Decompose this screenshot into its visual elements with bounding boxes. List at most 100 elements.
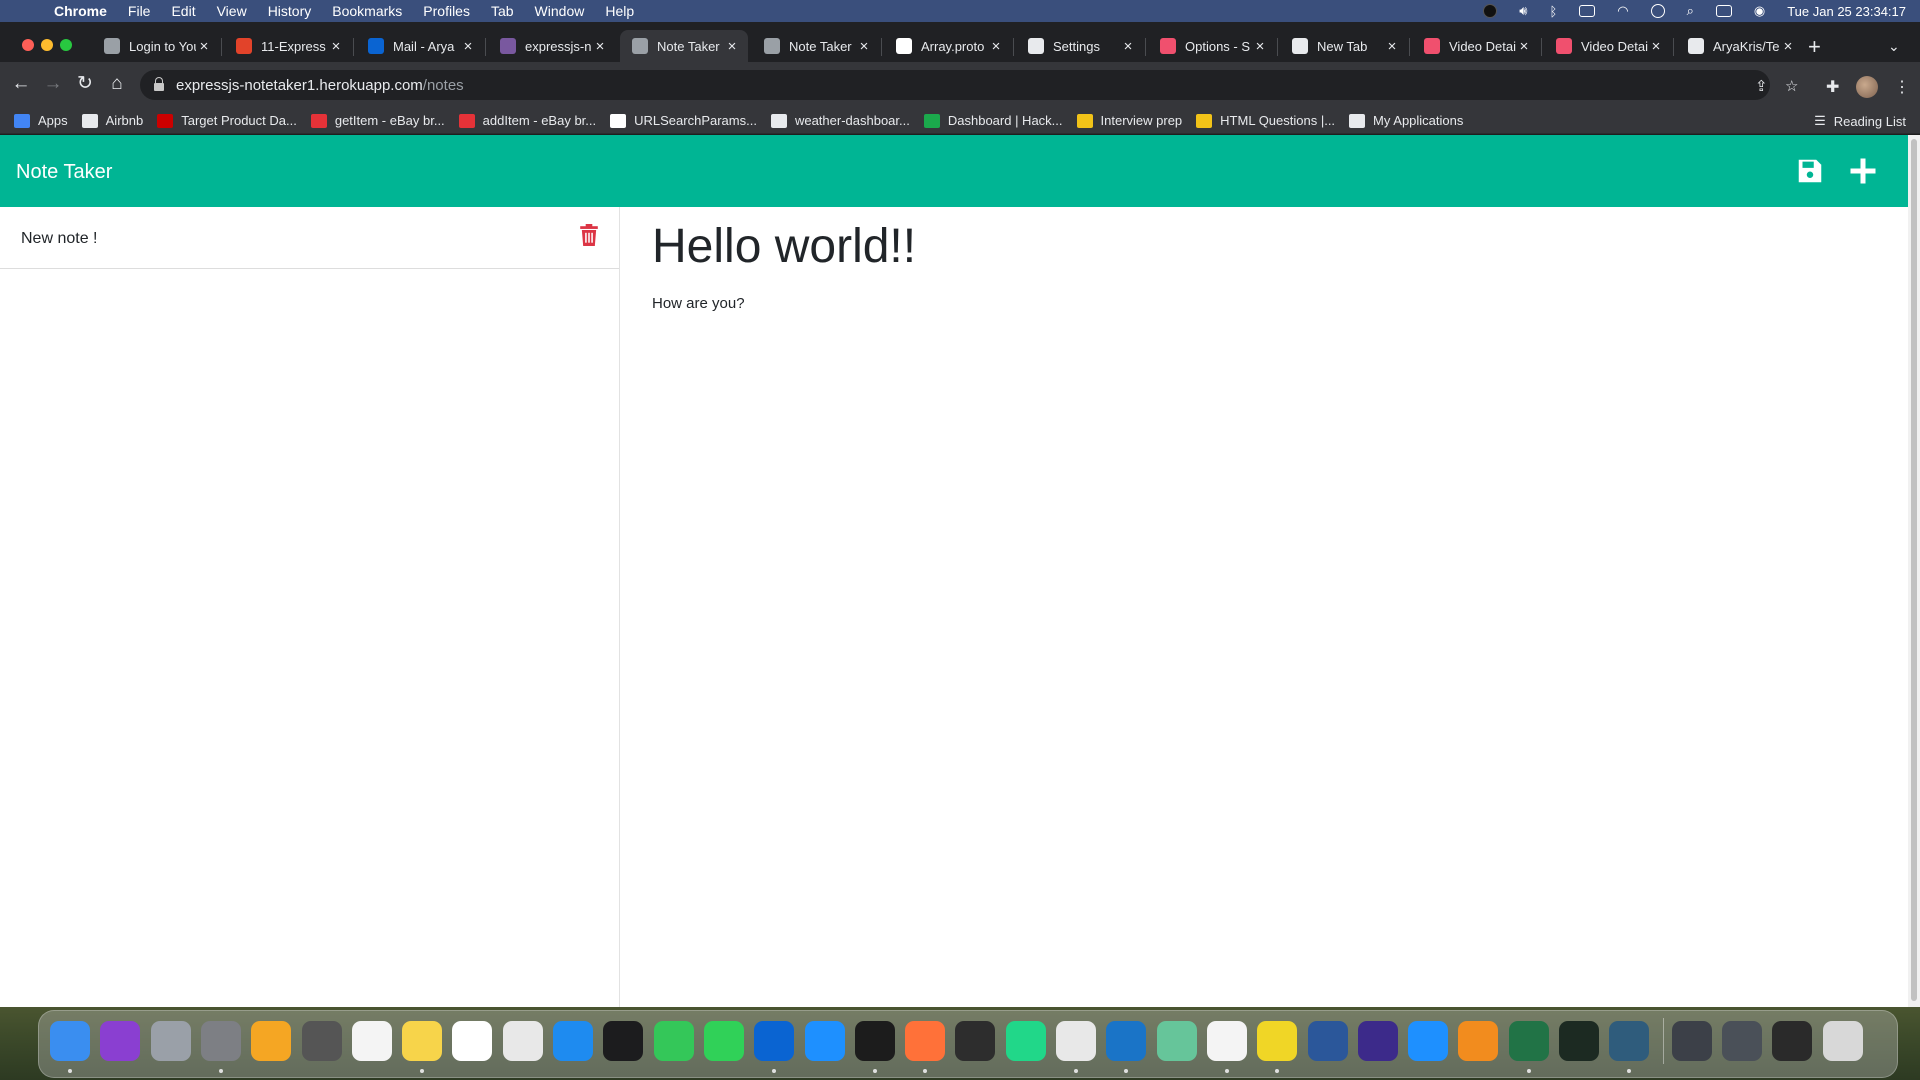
recording-icon[interactable] [1483,4,1498,18]
menu-view[interactable]: View [217,3,247,19]
safari-icon[interactable] [804,1021,845,1061]
close-tab-icon[interactable]: × [460,38,476,55]
facetime-icon[interactable] [703,1021,744,1061]
chrome-menu-icon[interactable]: ⋮ [1894,77,1910,97]
browser-tab[interactable]: expressjs-n × [488,30,616,62]
notes-icon[interactable] [402,1021,443,1061]
excel-icon[interactable] [1508,1021,1549,1061]
bookmark-item[interactable]: My Applications [1349,113,1463,128]
outlook-icon[interactable] [754,1021,795,1061]
bluetooth-icon[interactable]: ᛒ [1549,4,1557,19]
reminders-icon[interactable] [452,1021,493,1061]
reload-button[interactable]: ↻ [74,74,96,94]
browser-tab[interactable]: Login to You × [92,30,220,62]
browser-tab[interactable]: AryaKris/Te × [1676,30,1804,62]
address-bar[interactable]: expressjs-notetaker1.herokuapp.com/notes [140,70,1770,100]
browser-tab[interactable]: Settings × [1016,30,1144,62]
menu-profiles[interactable]: Profiles [423,3,470,19]
console-icon[interactable] [955,1021,996,1061]
close-window-button[interactable] [22,39,34,51]
textedit-icon[interactable] [502,1021,543,1061]
bookmark-item[interactable]: URLSearchParams... [610,113,757,128]
browser-tab[interactable]: 11-Express × [224,30,352,62]
tab-search-chevron-icon[interactable]: ⌄ [1888,38,1900,55]
terminal-icon[interactable] [854,1021,895,1061]
bookmark-item[interactable]: Dashboard | Hack... [923,113,1063,128]
close-tab-icon[interactable]: × [196,38,212,55]
menu-app-name[interactable]: Chrome [54,3,107,19]
browser-tab[interactable]: Array.proto × [884,30,1012,62]
zoom-window-button[interactable] [60,39,72,51]
menu-edit[interactable]: Edit [171,3,195,19]
wifi-icon[interactable]: ◠ [1617,3,1628,19]
reading-list-button[interactable]: ☰ Reading List [1814,108,1906,134]
launchpad-icon[interactable] [150,1021,191,1061]
close-tab-icon[interactable]: × [592,38,608,55]
browser-tab[interactable]: New Tab × [1280,30,1408,62]
close-tab-icon[interactable]: × [1384,38,1400,55]
bookmark-item[interactable]: Airbnb [81,113,143,128]
browser-tab[interactable]: Note Taker × [620,30,748,62]
system-preferences-icon[interactable] [200,1021,241,1061]
menu-bookmarks[interactable]: Bookmarks [332,3,402,19]
bookmark-item[interactable]: weather-dashboar... [770,113,910,128]
bookmark-item[interactable]: getItem - eBay br... [310,113,445,128]
page-scrollbar[interactable] [1908,135,1920,1007]
lock-icon[interactable] [154,77,164,91]
back-button[interactable]: ← [10,74,32,94]
finder-icon[interactable] [50,1021,90,1061]
close-tab-icon[interactable]: × [988,38,1004,55]
js-icon[interactable] [1257,1021,1298,1061]
browser-tab[interactable]: Note Taker × [752,30,880,62]
bookmark-item[interactable]: Apps [14,113,68,128]
calculator-icon[interactable] [301,1021,342,1061]
activity-monitor-icon[interactable] [1559,1021,1599,1061]
close-tab-icon[interactable]: × [1780,38,1796,55]
messages-icon[interactable] [653,1021,694,1061]
photos-icon[interactable] [251,1021,292,1061]
browser-tab[interactable]: Video Detai × [1412,30,1540,62]
slack-icon[interactable] [1206,1021,1247,1061]
trash-can-icon[interactable] [1822,1021,1863,1061]
new-tab-button[interactable]: + [1808,36,1821,58]
browser-tab[interactable]: Options - S × [1148,30,1276,62]
siri-icon[interactable] [100,1021,141,1061]
pycharm-icon[interactable] [1005,1021,1046,1061]
browser-tab[interactable]: Video Detai × [1544,30,1672,62]
siri-menu-icon[interactable]: ◉ [1754,3,1765,19]
share-icon[interactable]: ⇪ [1755,77,1768,95]
menu-file[interactable]: File [128,3,151,19]
vscode-icon[interactable] [1106,1021,1147,1061]
app-store-icon[interactable] [553,1021,593,1061]
mail-icon[interactable] [1408,1021,1449,1061]
bookmark-item[interactable]: HTML Questions |... [1196,113,1335,128]
bookmark-item[interactable]: Interview prep [1076,113,1182,128]
menu-help[interactable]: Help [605,3,634,19]
bookmark-item[interactable]: Target Product Da... [157,113,297,128]
downloads-stack-icon[interactable] [1671,1021,1712,1061]
forward-button[interactable]: → [42,74,64,94]
menu-window[interactable]: Window [535,3,585,19]
new-note-icon[interactable] [1848,156,1878,186]
control-center-icon[interactable] [1715,5,1732,17]
battery-icon[interactable] [1579,5,1596,17]
bookmark-item[interactable]: addItem - eBay br... [458,113,596,128]
keyboard-icon[interactable] [1772,1021,1813,1061]
eclipse-icon[interactable] [1357,1021,1398,1061]
bookmark-star-icon[interactable]: ☆ [1785,77,1798,95]
atom-icon[interactable] [1156,1021,1197,1061]
menu-clock[interactable]: Tue Jan 25 23:34:17 [1787,4,1906,19]
save-note-icon[interactable] [1795,156,1825,186]
home-button[interactable]: ⌂ [106,74,128,94]
close-tab-icon[interactable]: × [1252,38,1268,55]
note-title-field[interactable]: Hello world!! [652,214,916,280]
menu-history[interactable]: History [268,3,312,19]
calendar-icon[interactable] [351,1021,392,1061]
firefox-icon[interactable] [905,1021,946,1061]
close-tab-icon[interactable]: × [856,38,872,55]
profile-avatar[interactable] [1856,76,1878,98]
volume-icon[interactable]: 🔊︎ [1519,3,1527,19]
minimize-window-button[interactable] [41,39,53,51]
menu-tab[interactable]: Tab [491,3,514,19]
user-account-icon[interactable] [1650,4,1665,18]
